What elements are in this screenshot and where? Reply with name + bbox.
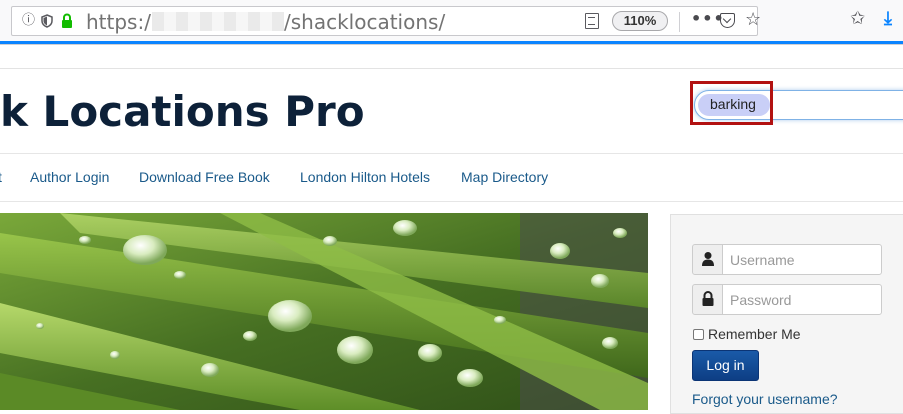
nav-item-download-free-book[interactable]: Download Free Book: [139, 169, 270, 185]
page-top-border: [0, 68, 903, 69]
zoom-level-badge[interactable]: 110%: [612, 11, 668, 31]
bookmark-star-icon[interactable]: ☆: [745, 9, 761, 30]
user-icon: [702, 252, 714, 266]
username-addon: [692, 244, 723, 275]
site-title[interactable]: k Locations Pro: [0, 87, 365, 136]
nav-item-author-login[interactable]: Author Login: [30, 169, 109, 185]
nav-item-london-hilton-hotels[interactable]: London Hilton Hotels: [300, 169, 430, 185]
nav-item-clipped[interactable]: t: [0, 169, 2, 185]
toolbar-divider: [0, 44, 903, 45]
library-icon[interactable]: ✩: [850, 8, 865, 29]
urlbar-separator: [679, 12, 680, 32]
login-button[interactable]: Log in: [692, 350, 759, 381]
password-placeholder: Password: [730, 292, 792, 308]
pocket-icon[interactable]: [720, 13, 735, 28]
url-redacted-domain: [152, 12, 284, 31]
remember-me-checkbox[interactable]: [693, 329, 704, 340]
password-group: Password: [692, 284, 882, 315]
shield-icon[interactable]: [41, 14, 53, 28]
nav-item-map-directory[interactable]: Map Directory: [461, 169, 548, 185]
url-text-path[interactable]: /shacklocations/: [284, 10, 445, 34]
password-field[interactable]: Password: [722, 284, 882, 315]
forgot-username-link[interactable]: Forgot your username?: [692, 391, 838, 407]
username-field[interactable]: Username: [722, 244, 882, 275]
nav-top-border: [0, 153, 903, 154]
url-text-prefix[interactable]: https:/: [86, 10, 151, 34]
remember-me[interactable]: Remember Me: [693, 326, 801, 342]
hero-image-grass-droplets: [0, 213, 648, 410]
download-icon[interactable]: ⤓: [884, 8, 892, 29]
lock-icon[interactable]: [61, 13, 73, 28]
url-bar[interactable]: ⓘ https:/ /shacklocations/ 110% ••• ☆: [11, 6, 761, 36]
remember-me-label: Remember Me: [708, 326, 801, 342]
info-icon[interactable]: ⓘ: [22, 13, 35, 29]
reader-view-icon[interactable]: [585, 13, 599, 29]
browser-toolbar: ⓘ https:/ /shacklocations/ 110% ••• ☆ ✩ …: [0, 0, 903, 42]
username-placeholder: Username: [730, 252, 795, 268]
password-addon: [692, 284, 723, 315]
lock-icon: [702, 291, 714, 306]
nav-bottom-border: [0, 201, 903, 202]
username-group: Username: [692, 244, 882, 275]
highlight-annotation-box: [690, 81, 773, 125]
